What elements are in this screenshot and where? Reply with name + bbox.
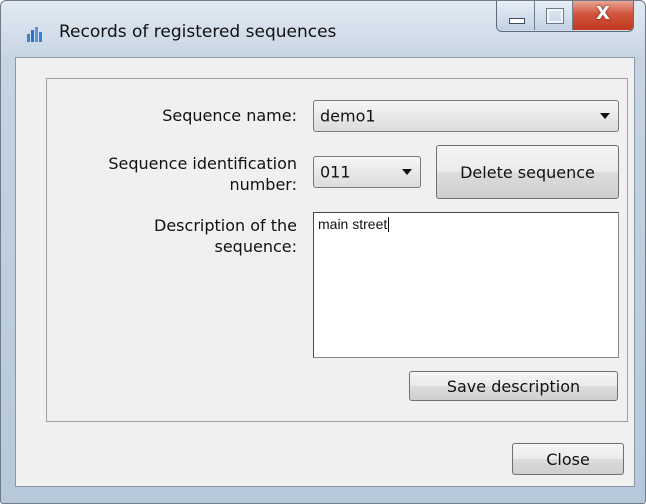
save-description-label: Save description — [446, 376, 581, 396]
dialog-window: Records of registered sequences X Sequen… — [0, 0, 646, 504]
title-bar[interactable]: Records of registered sequences X — [1, 1, 645, 57]
close-icon: X — [596, 3, 610, 24]
description-textarea[interactable]: main street — [313, 212, 619, 358]
minimize-button[interactable] — [497, 1, 535, 30]
delete-sequence-label: Delete sequence — [460, 162, 595, 182]
client-area: Sequence name: demo1 Sequence identifica… — [15, 57, 635, 487]
save-description-button[interactable]: Save description — [409, 371, 618, 401]
chevron-down-icon — [402, 169, 412, 175]
close-window-button[interactable]: X — [573, 1, 633, 30]
delete-sequence-button[interactable]: Delete sequence — [436, 145, 619, 199]
window-controls: X — [496, 1, 634, 32]
sequence-name-value: demo1 — [320, 106, 376, 126]
sequence-id-select[interactable]: 011 — [313, 156, 421, 188]
window-title: Records of registered sequences — [59, 22, 337, 42]
maximize-button[interactable] — [535, 1, 573, 30]
text-caret — [388, 217, 390, 232]
sequence-name-label: Sequence name: — [162, 106, 297, 125]
sequence-id-label: Sequence identification number: — [108, 154, 297, 194]
description-text: main street — [318, 216, 388, 232]
sequence-id-value: 011 — [320, 162, 351, 182]
sequence-groupbox: Sequence name: demo1 Sequence identifica… — [46, 78, 628, 422]
chevron-down-icon — [600, 113, 610, 119]
bar-chart-icon — [27, 27, 42, 42]
minimize-icon — [509, 18, 525, 24]
maximize-icon — [546, 8, 564, 24]
close-button-label: Close — [546, 449, 590, 469]
sequence-name-select[interactable]: demo1 — [313, 100, 619, 132]
description-label: Description of the sequence: — [154, 216, 297, 256]
close-button[interactable]: Close — [512, 443, 624, 475]
